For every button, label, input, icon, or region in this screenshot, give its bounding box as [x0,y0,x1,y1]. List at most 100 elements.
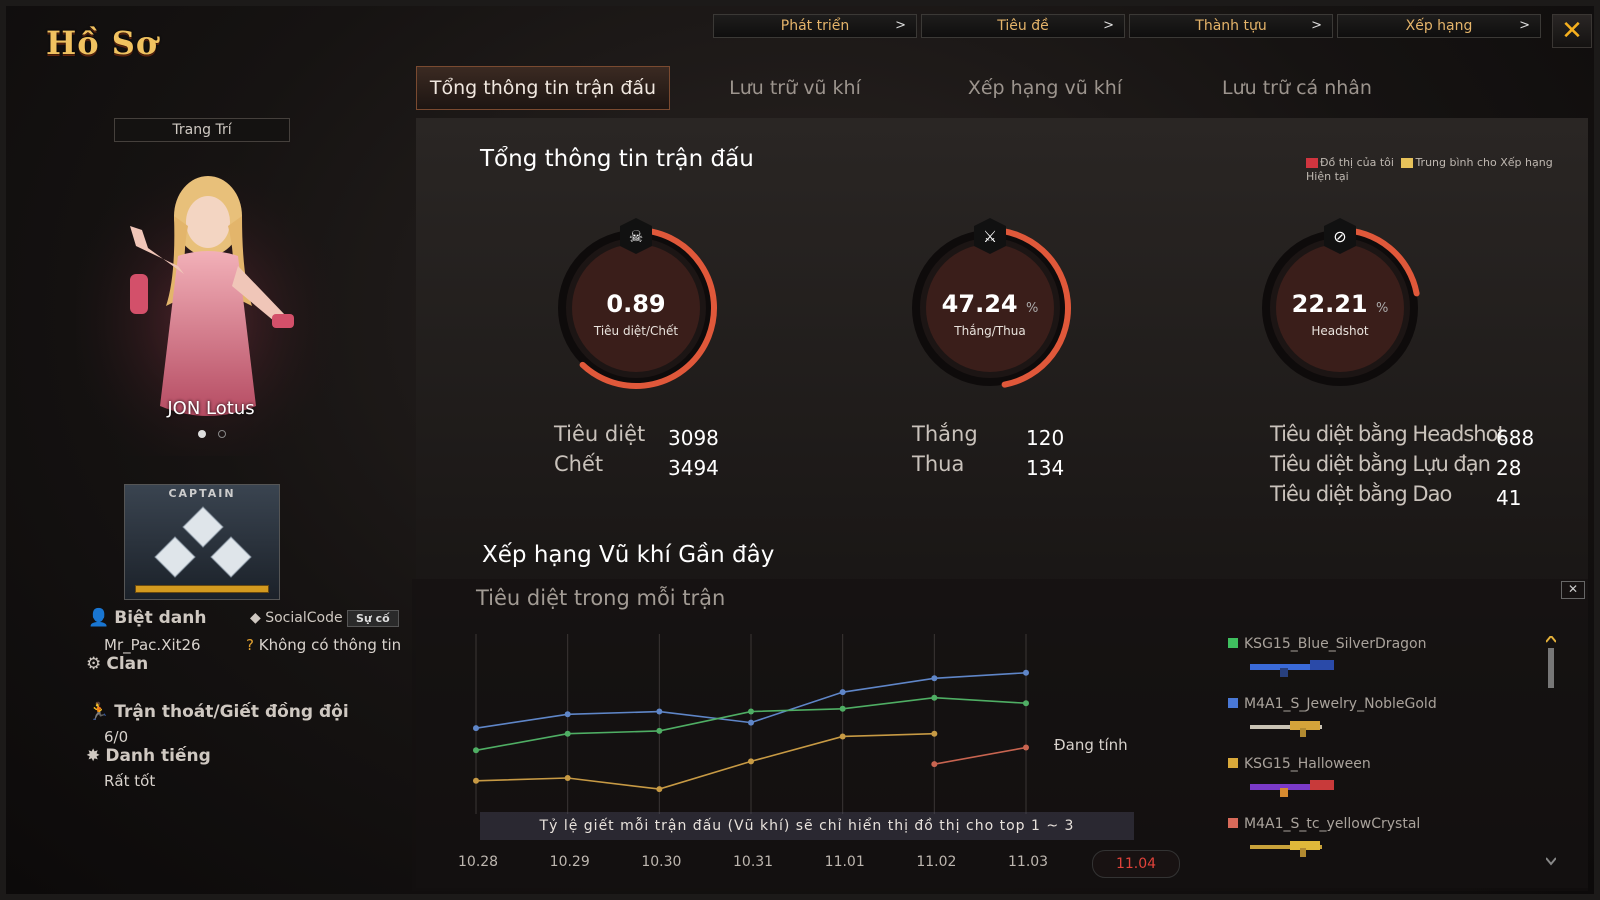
series-point-2[interactable] [473,777,479,784]
wl-label: Thắng/Thua [954,324,1026,338]
tab-weapon-ranking[interactable]: Xếp hạng vũ khí [920,66,1170,110]
rifle-icon [1250,841,1322,857]
topnav-label: Thành tựu [1195,18,1267,34]
topnav-achievement-button[interactable]: Thành tựu > [1129,14,1333,38]
close-icon: ✕ [1561,16,1583,46]
x-tick-label[interactable]: 10.28 [458,854,498,870]
x-tick-label[interactable]: 11.03 [1008,854,1048,870]
weapons-chart-subtitle: Tiêu diệt trong mỗi trận [476,586,726,610]
series-point-0[interactable] [931,675,938,682]
knife-kills-label: Tiêu diệt bằng Dao [1270,482,1452,506]
escape-value: 6/0 [104,728,129,746]
series-point-0[interactable] [564,711,571,718]
series-point-3[interactable] [1023,744,1029,751]
weapon-name: M4A1_S_tc_yellowCrystal [1244,816,1421,832]
series-point-3[interactable] [931,761,938,768]
person-icon: 👤 [88,608,110,628]
x-tick-label[interactable]: 10.30 [641,854,681,870]
socialcode-report-button[interactable]: Sự cố [347,610,399,627]
escape-label: Trận thoát/Giết đồng đội [114,702,349,722]
weapon-list-item[interactable]: KSG15_Blue_SilverDragon [1228,636,1437,696]
series-point-2[interactable] [564,775,571,781]
page-dot-active[interactable] [198,430,206,438]
chart-close-button[interactable]: ✕ [1561,581,1585,599]
kd-gauge: ☠ 0.89 Tiêu diệt/Chết [546,218,726,418]
weapon-color-swatch [1228,638,1238,648]
chevron-right-icon: > [1311,18,1322,33]
tab-match-summary[interactable]: Tổng thông tin trận đấu [416,66,670,110]
series-point-1[interactable] [564,730,571,737]
active-day-button[interactable]: 11.04 [1092,850,1180,878]
topnav-label: Phát triển [780,18,850,34]
legend-mine: Đồ thị của tôi [1320,156,1394,169]
hs-value: 22.21 [1291,290,1368,318]
topnav-ranking-button[interactable]: Xếp hạng > [1337,14,1541,38]
weapon-color-swatch [1228,818,1238,828]
series-point-2[interactable] [748,758,754,765]
series-point-1[interactable] [931,694,938,701]
knife-kills-value: 41 [1496,486,1522,510]
rank-diamonds-icon [154,506,252,578]
series-point-1[interactable] [473,747,479,754]
series-point-2[interactable] [839,733,846,740]
weapon-list-scrollbar[interactable] [1546,636,1556,866]
weapon-name-row: M4A1_S_tc_yellowCrystal [1228,816,1437,832]
scroll-thumb[interactable] [1548,648,1554,688]
series-point-2[interactable] [931,730,938,737]
weapon-list-item[interactable]: M4A1_S_Jewelry_NobleGold [1228,696,1437,756]
rifle-icon [1250,721,1322,737]
kills-label: Tiêu diệt [554,422,646,446]
nickname-value: Mr_Pac.Xit26 [104,636,201,654]
close-button[interactable]: ✕ [1552,14,1592,48]
win-label: Thắng [912,422,978,446]
weapon-name-row: KSG15_Blue_SilverDragon [1228,636,1437,652]
weapon-name-row: KSG15_Halloween [1228,756,1437,772]
hs-gauge-ring: ⊘ [1262,218,1420,386]
series-point-0[interactable] [656,708,663,715]
grenade-kills-label: Tiêu diệt bằng Lựu đạn [1270,452,1491,476]
calculating-label: Đang tính [1054,736,1128,754]
x-tick-label[interactable]: 11.02 [916,854,956,870]
series-point-0[interactable] [839,689,846,696]
clan-icon: ⚙ [86,654,102,674]
chart-note: Tỷ lệ giết mỗi trận đấu (Vũ khí) sẽ chỉ … [480,812,1134,840]
hs-value-wrap: 22.21 % [1250,290,1430,318]
weapon-list-item[interactable]: KSG15_Halloween [1228,756,1437,816]
escape-block: 🏃 Trận thoát/Giết đồng đội [88,702,349,722]
series-point-1[interactable] [656,727,663,734]
page-dot[interactable] [218,430,226,438]
tab-personal-storage[interactable]: Lưu trữ cá nhân [1170,66,1424,110]
hs-gauge: ⊘ 22.21 % Headshot [1250,218,1430,418]
x-tick-label[interactable]: 10.29 [550,854,590,870]
headshot-kills-value: 688 [1496,426,1535,450]
hs-label: Headshot [1311,324,1369,338]
series-point-1[interactable] [1023,700,1029,707]
series-point-1[interactable] [839,705,846,712]
tab-weapon-storage[interactable]: Lưu trữ vũ khí [670,66,920,110]
summary-title: Tổng thông tin trận đấu [480,146,754,172]
kd-value-wrap: 0.89 [546,290,726,318]
series-point-1[interactable] [748,708,754,715]
decor-button[interactable]: Trang Trí [114,118,290,142]
topnav-title-button[interactable]: Tiêu đề > [921,14,1125,38]
weapon-name: M4A1_S_Jewelry_NobleGold [1244,696,1437,712]
nickname-block: 👤 Biệt danh [88,608,206,628]
weapon-list-item[interactable]: M4A1_S_tc_yellowCrystal [1228,816,1437,876]
topnav-development-button[interactable]: Phát triển > [713,14,917,38]
tag-icon: ◆ [250,610,261,626]
series-point-0[interactable] [473,725,479,732]
lose-value: 134 [1026,456,1065,480]
character-name: JON Lotus [167,398,255,419]
kd-value: 0.89 [606,290,666,318]
x-tick-label[interactable]: 10.31 [733,854,773,870]
x-tick-label[interactable]: 11.01 [825,854,865,870]
series-point-0[interactable] [1023,669,1029,676]
shotgun-icon [1250,660,1334,677]
series-point-0[interactable] [748,719,754,726]
character-page-dots[interactable] [198,430,226,438]
win-value: 120 [1026,426,1065,450]
deaths-value: 3494 [668,456,719,480]
question-icon: ? [246,636,254,654]
weapon-name: KSG15_Blue_SilverDragon [1244,636,1427,652]
series-point-2[interactable] [656,786,663,793]
